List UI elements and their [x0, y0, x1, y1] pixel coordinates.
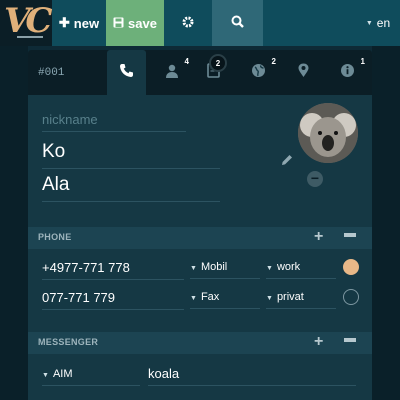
- phone-category-select[interactable]: ▼ work: [266, 261, 336, 279]
- tab-globe[interactable]: 2: [239, 50, 278, 95]
- search-button[interactable]: [212, 0, 263, 46]
- top-toolbar: VC ✚ new save ▼ en: [0, 0, 400, 46]
- remove-avatar-icon[interactable]: −: [307, 171, 323, 187]
- phone-category-select[interactable]: ▼ privat: [266, 291, 336, 309]
- caret-down-icon: ▼: [266, 295, 273, 302]
- plus-icon: ✚: [58, 15, 70, 30]
- app-logo: VC: [0, 0, 53, 46]
- save-button[interactable]: save: [106, 0, 164, 46]
- add-phone-button[interactable]: +: [314, 228, 323, 246]
- tab-document[interactable]: 2: [194, 50, 233, 95]
- phone-type-select[interactable]: ▼ Mobil: [190, 261, 260, 279]
- person-icon: [165, 64, 179, 82]
- caret-down-icon: ▼: [365, 19, 373, 27]
- settings-button[interactable]: [164, 0, 212, 46]
- messenger-section-header: MESSENGER +: [28, 332, 372, 354]
- caret-down-icon: ▼: [266, 265, 273, 272]
- new-button[interactable]: ✚ new: [52, 0, 106, 46]
- primary-phone-radio[interactable]: [343, 289, 359, 305]
- contact-card: #001 4 2 2 1 nickname Ko Ala − PHONE + +…: [28, 50, 372, 400]
- globe-icon: [251, 63, 266, 82]
- tab-person[interactable]: 4: [152, 50, 191, 95]
- avatar[interactable]: [298, 103, 358, 163]
- info-icon: [340, 63, 355, 82]
- tab-badge: 4: [184, 57, 189, 66]
- primary-phone-radio[interactable]: [343, 259, 359, 275]
- location-pin-icon: [298, 63, 309, 82]
- tab-phone[interactable]: [107, 50, 146, 95]
- first-name-field[interactable]: Ko: [42, 141, 220, 169]
- right-panel-edge: [372, 46, 400, 400]
- more-options-icon[interactable]: [344, 233, 356, 237]
- messenger-handle-field[interactable]: koala: [148, 366, 356, 386]
- phone-number-field[interactable]: +4977-771 778: [42, 260, 184, 280]
- tab-badge: 2: [271, 57, 276, 66]
- contact-id: #001: [38, 67, 65, 79]
- language-select[interactable]: ▼ en: [356, 0, 400, 46]
- more-options-icon[interactable]: [344, 338, 356, 342]
- phone-icon: [119, 63, 134, 82]
- last-name-field[interactable]: Ala: [42, 174, 220, 202]
- caret-down-icon: ▼: [190, 265, 197, 272]
- left-panel-edge: [0, 46, 28, 400]
- phone-type-select[interactable]: ▼ Fax: [190, 291, 260, 309]
- section-title: PHONE: [38, 232, 72, 242]
- tab-info[interactable]: 1: [328, 50, 367, 95]
- floppy-disk-icon: [113, 16, 124, 31]
- tab-badge: 2: [209, 54, 227, 72]
- phone-section-header: PHONE +: [28, 227, 372, 249]
- caret-down-icon: ▼: [190, 295, 197, 302]
- search-icon: [231, 15, 244, 31]
- card-tab-bar: #001 4 2 2 1: [28, 50, 372, 95]
- section-title: MESSENGER: [38, 337, 99, 347]
- phone-number-field[interactable]: 077-771 779: [42, 290, 184, 310]
- messenger-service-select[interactable]: ▼ AIM: [42, 368, 140, 386]
- gear-icon: [182, 16, 194, 31]
- pencil-icon[interactable]: [280, 153, 296, 169]
- nickname-field[interactable]: nickname: [42, 112, 186, 132]
- tab-location[interactable]: [284, 50, 323, 95]
- tab-badge: 1: [360, 57, 365, 66]
- add-messenger-button[interactable]: +: [314, 333, 323, 351]
- caret-down-icon: ▼: [42, 372, 49, 379]
